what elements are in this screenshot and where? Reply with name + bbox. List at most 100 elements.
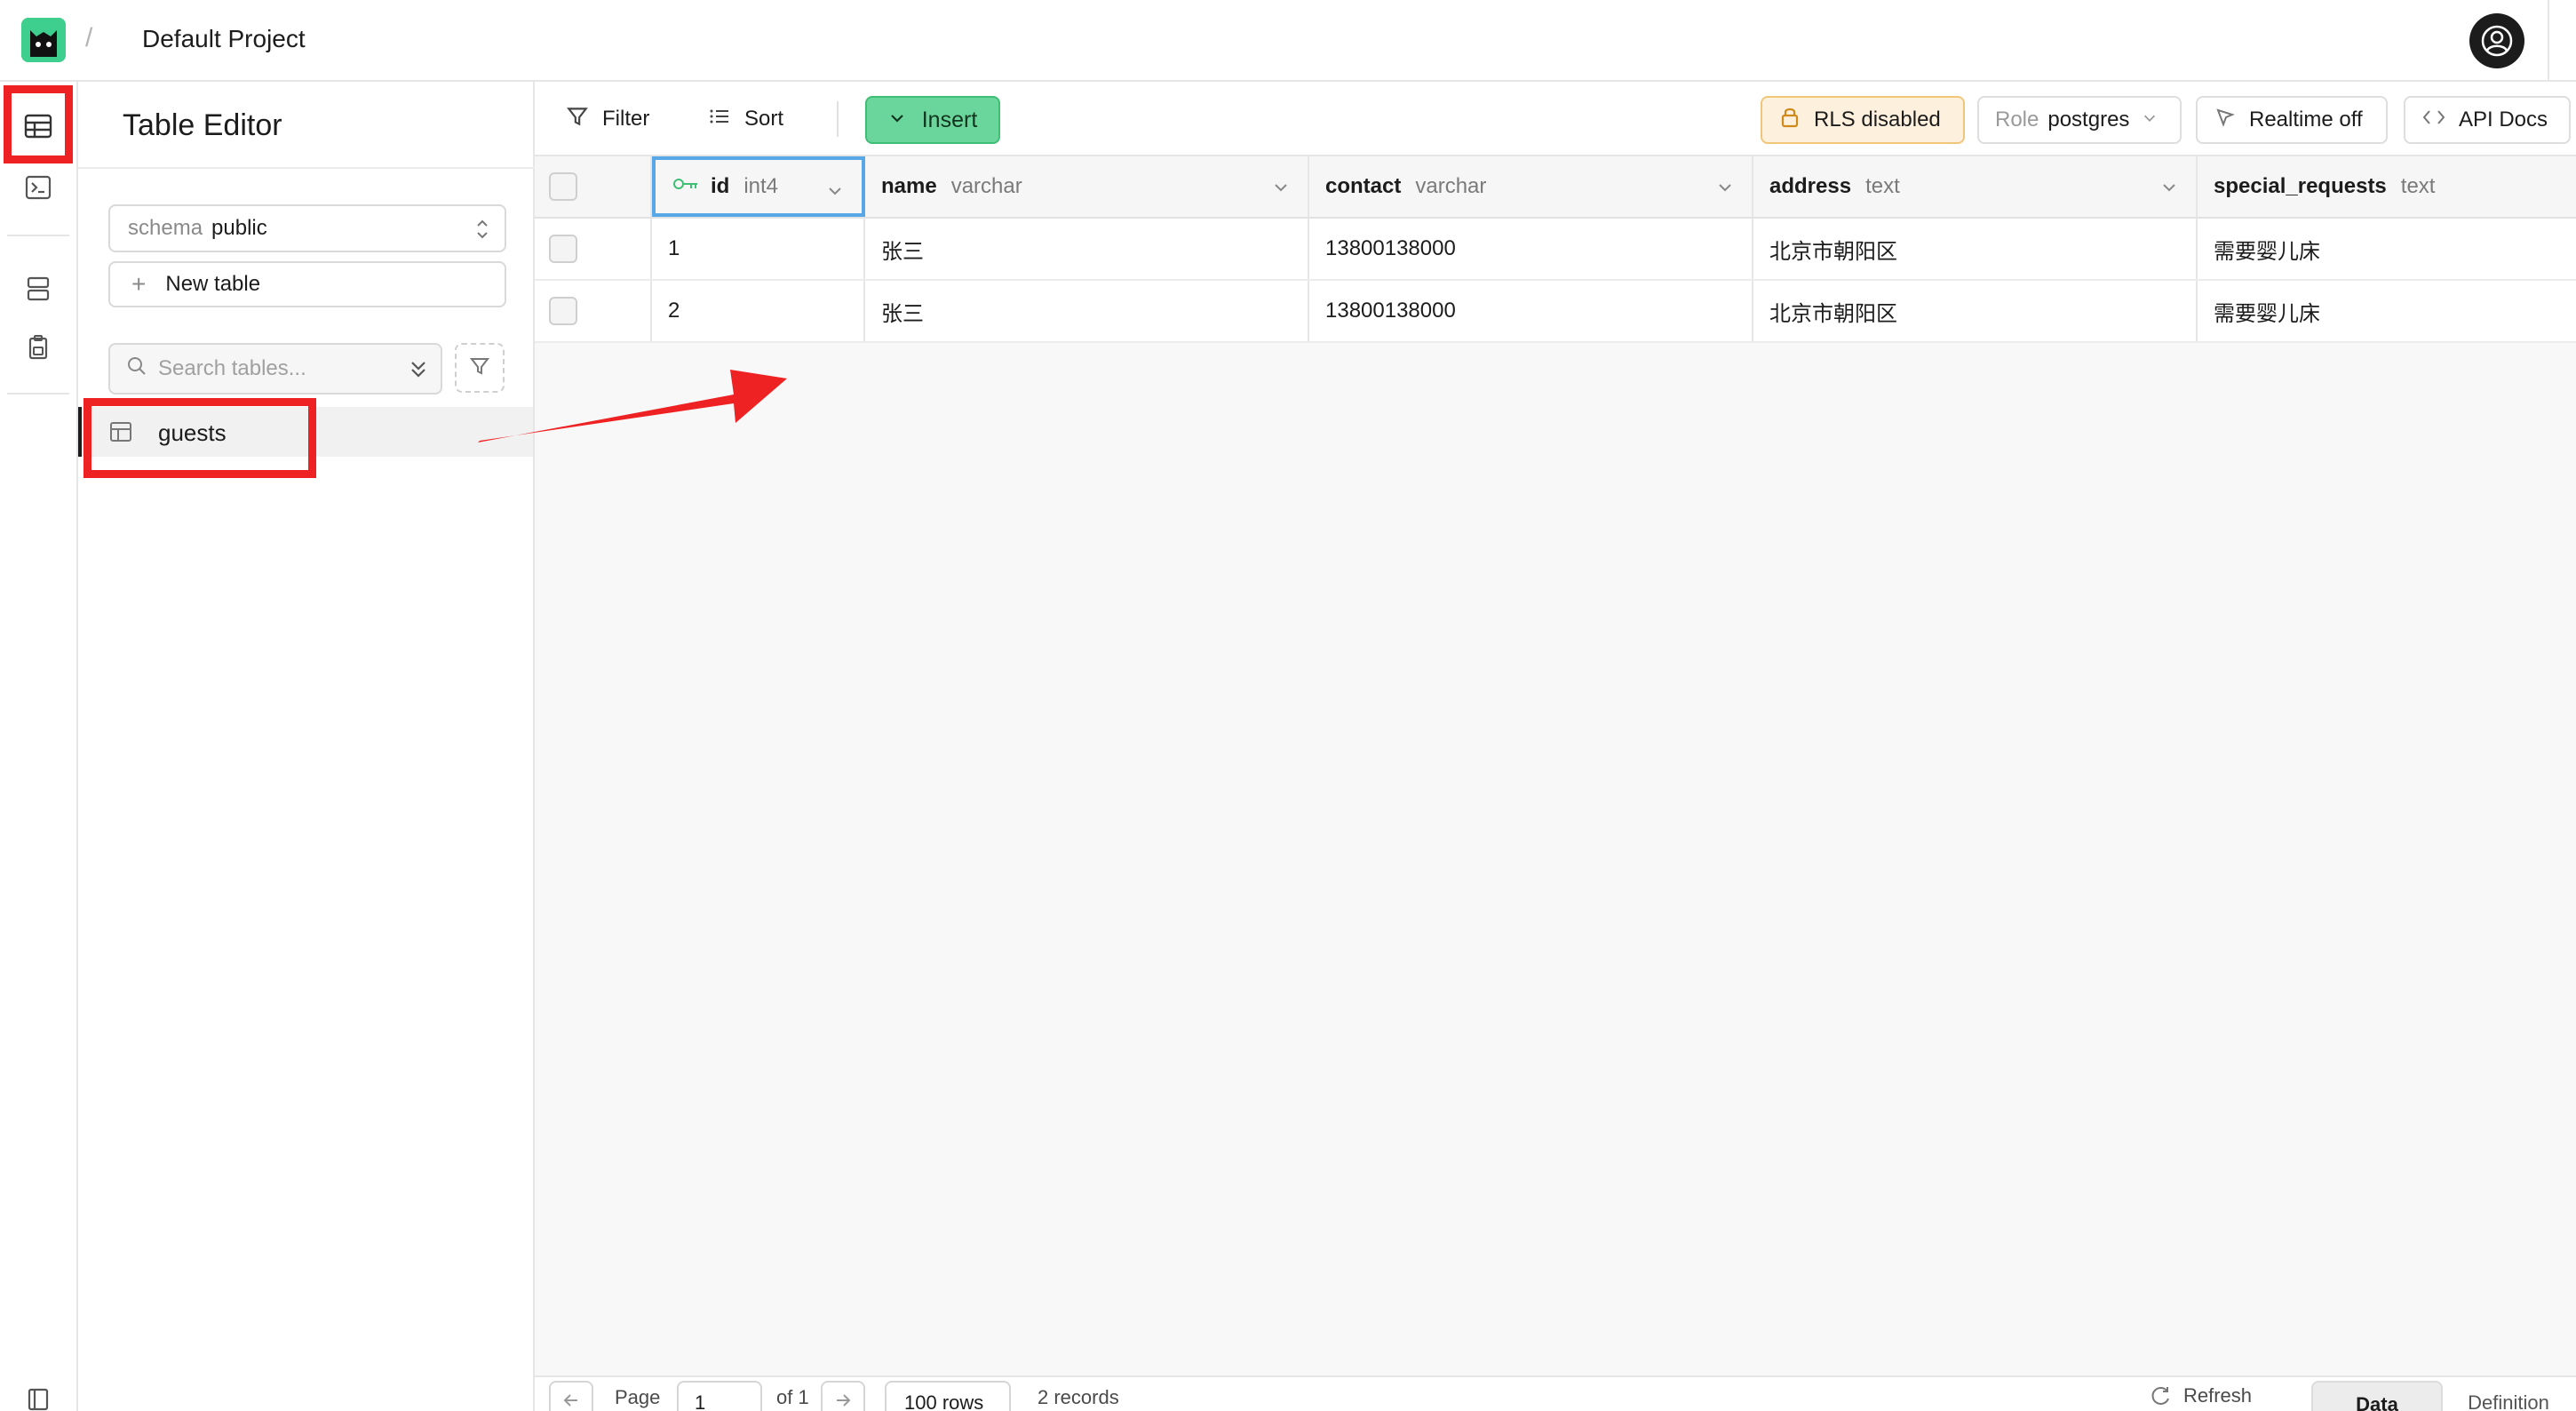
column-type: varchar	[1415, 174, 1487, 198]
cell-id[interactable]: 1	[652, 219, 865, 279]
column-type: text	[2400, 174, 2436, 198]
cell-special-requests[interactable]: 需要婴儿床	[2198, 219, 2576, 279]
rows-per-page-select[interactable]: 100 rows	[885, 1381, 1011, 1411]
key-icon	[672, 174, 700, 199]
column-header-name[interactable]: name varchar	[865, 156, 1309, 217]
insert-button[interactable]: Insert	[865, 96, 1000, 144]
table-sidebar: Table Editor schema public + New table g…	[78, 82, 535, 1411]
sidebar-title: Table Editor	[123, 108, 282, 142]
column-type: text	[1865, 174, 1900, 198]
role-select[interactable]: Role postgres	[1977, 96, 2182, 144]
table-icon[interactable]	[18, 106, 59, 147]
lock-icon	[1778, 105, 1801, 136]
double-chevron-icon[interactable]	[407, 357, 430, 388]
row-checkbox[interactable]	[549, 235, 577, 263]
breadcrumb-separator: /	[85, 23, 93, 52]
code-icon	[2421, 107, 2446, 134]
page-input[interactable]: 1	[677, 1381, 762, 1411]
new-table-button[interactable]: + New table	[108, 261, 506, 307]
filter-label: Filter	[602, 107, 650, 131]
row-select-cell	[535, 281, 652, 341]
cell-name[interactable]: 张三	[865, 281, 1309, 341]
cell-special-requests[interactable]: 需要婴儿床	[2198, 281, 2576, 341]
tab-definition[interactable]: Definition	[2443, 1381, 2574, 1411]
active-indicator	[78, 407, 82, 457]
chevron-down-icon	[2142, 108, 2158, 132]
cell-name[interactable]: 张三	[865, 219, 1309, 279]
plus-icon: +	[131, 270, 147, 298]
cell-address[interactable]: 北京市朝阳区	[1753, 281, 2198, 341]
table-name: guests	[158, 419, 227, 446]
column-type: varchar	[950, 174, 1022, 198]
arrow-left-icon	[563, 1394, 577, 1407]
role-value: postgres	[2047, 108, 2130, 132]
chevron-down-icon[interactable]	[2160, 178, 2178, 203]
chevron-down-icon	[888, 108, 906, 133]
search-tables-box[interactable]	[108, 343, 442, 395]
page-label: Page	[615, 1386, 661, 1408]
sort-button[interactable]: Sort	[707, 96, 783, 142]
row-checkbox[interactable]	[549, 297, 577, 325]
page-count: of 1	[776, 1386, 809, 1408]
insert-label: Insert	[921, 107, 978, 132]
tab-data[interactable]: Data	[2311, 1381, 2443, 1411]
table-filter-button[interactable]	[455, 343, 505, 393]
toolbar-divider	[837, 101, 839, 137]
grid-footer: Page 1 of 1 100 rows 2 records Refresh D…	[535, 1375, 2576, 1411]
schema-select[interactable]: schema public	[108, 204, 506, 252]
column-header-address[interactable]: address text	[1753, 156, 2198, 217]
grid-toolbar: Filter Sort Insert RLS disabled Role pos…	[535, 82, 2576, 156]
database-icon[interactable]	[18, 268, 59, 309]
filter-icon	[468, 355, 491, 382]
prev-page-button[interactable]	[549, 1381, 593, 1411]
realtime-label: Realtime off	[2249, 108, 2363, 132]
next-page-button[interactable]	[821, 1381, 865, 1411]
filter-button[interactable]: Filter	[565, 96, 649, 142]
cell-contact[interactable]: 13800138000	[1309, 219, 1753, 279]
refresh-button[interactable]: Refresh	[2150, 1384, 2252, 1407]
search-icon	[126, 355, 147, 383]
rail-divider	[7, 235, 69, 236]
column-type: int4	[743, 174, 779, 198]
cell-address[interactable]: 北京市朝阳区	[1753, 219, 2198, 279]
api-docs-button[interactable]: API Docs	[2404, 96, 2571, 144]
sort-list-icon	[707, 104, 732, 135]
role-label: Role	[1995, 108, 2039, 132]
cell-id[interactable]: 2	[652, 281, 865, 341]
records-count: 2 records	[1038, 1386, 1119, 1408]
chevron-down-icon[interactable]	[1272, 178, 1290, 203]
chevron-updown-icon	[473, 217, 492, 248]
terminal-icon[interactable]	[18, 167, 59, 208]
table-row[interactable]: 2 张三 13800138000 北京市朝阳区 需要婴儿床	[535, 281, 2576, 343]
clipboard-lock-icon[interactable]	[18, 327, 59, 368]
search-tables-input[interactable]	[158, 356, 380, 381]
project-name[interactable]: Default Project	[142, 25, 306, 53]
column-header-special-requests[interactable]: special_requests text	[2198, 156, 2576, 217]
select-all-checkbox[interactable]	[549, 172, 577, 201]
filter-icon	[565, 104, 590, 135]
column-header-contact[interactable]: contact varchar	[1309, 156, 1753, 217]
realtime-toggle[interactable]: Realtime off	[2196, 96, 2388, 144]
cursor-icon	[2214, 106, 2237, 135]
nav-rail	[0, 82, 78, 1411]
refresh-icon	[2151, 1387, 2169, 1405]
chevron-down-icon[interactable]	[826, 181, 844, 206]
column-name: contact	[1325, 174, 1402, 198]
layout-icon[interactable]	[18, 1379, 59, 1411]
rail-divider	[7, 393, 69, 395]
row-select-cell	[535, 219, 652, 279]
api-docs-label: API Docs	[2459, 108, 2548, 132]
main-panel: Filter Sort Insert RLS disabled Role pos…	[535, 82, 2576, 1411]
rls-badge[interactable]: RLS disabled	[1761, 96, 1965, 144]
table-list-item[interactable]: guests	[78, 407, 533, 457]
schema-label: schema	[128, 216, 203, 240]
table-row[interactable]: 1 张三 13800138000 北京市朝阳区 需要婴儿床	[535, 219, 2576, 281]
column-name: name	[881, 174, 937, 198]
select-all-cell	[535, 156, 652, 217]
logo-icon[interactable]	[21, 18, 66, 62]
rls-label: RLS disabled	[1814, 108, 1941, 132]
column-header-id[interactable]: id int4	[652, 156, 865, 217]
cell-contact[interactable]: 13800138000	[1309, 281, 1753, 341]
user-circle-icon[interactable]	[2469, 13, 2524, 68]
chevron-down-icon[interactable]	[1716, 178, 1734, 203]
